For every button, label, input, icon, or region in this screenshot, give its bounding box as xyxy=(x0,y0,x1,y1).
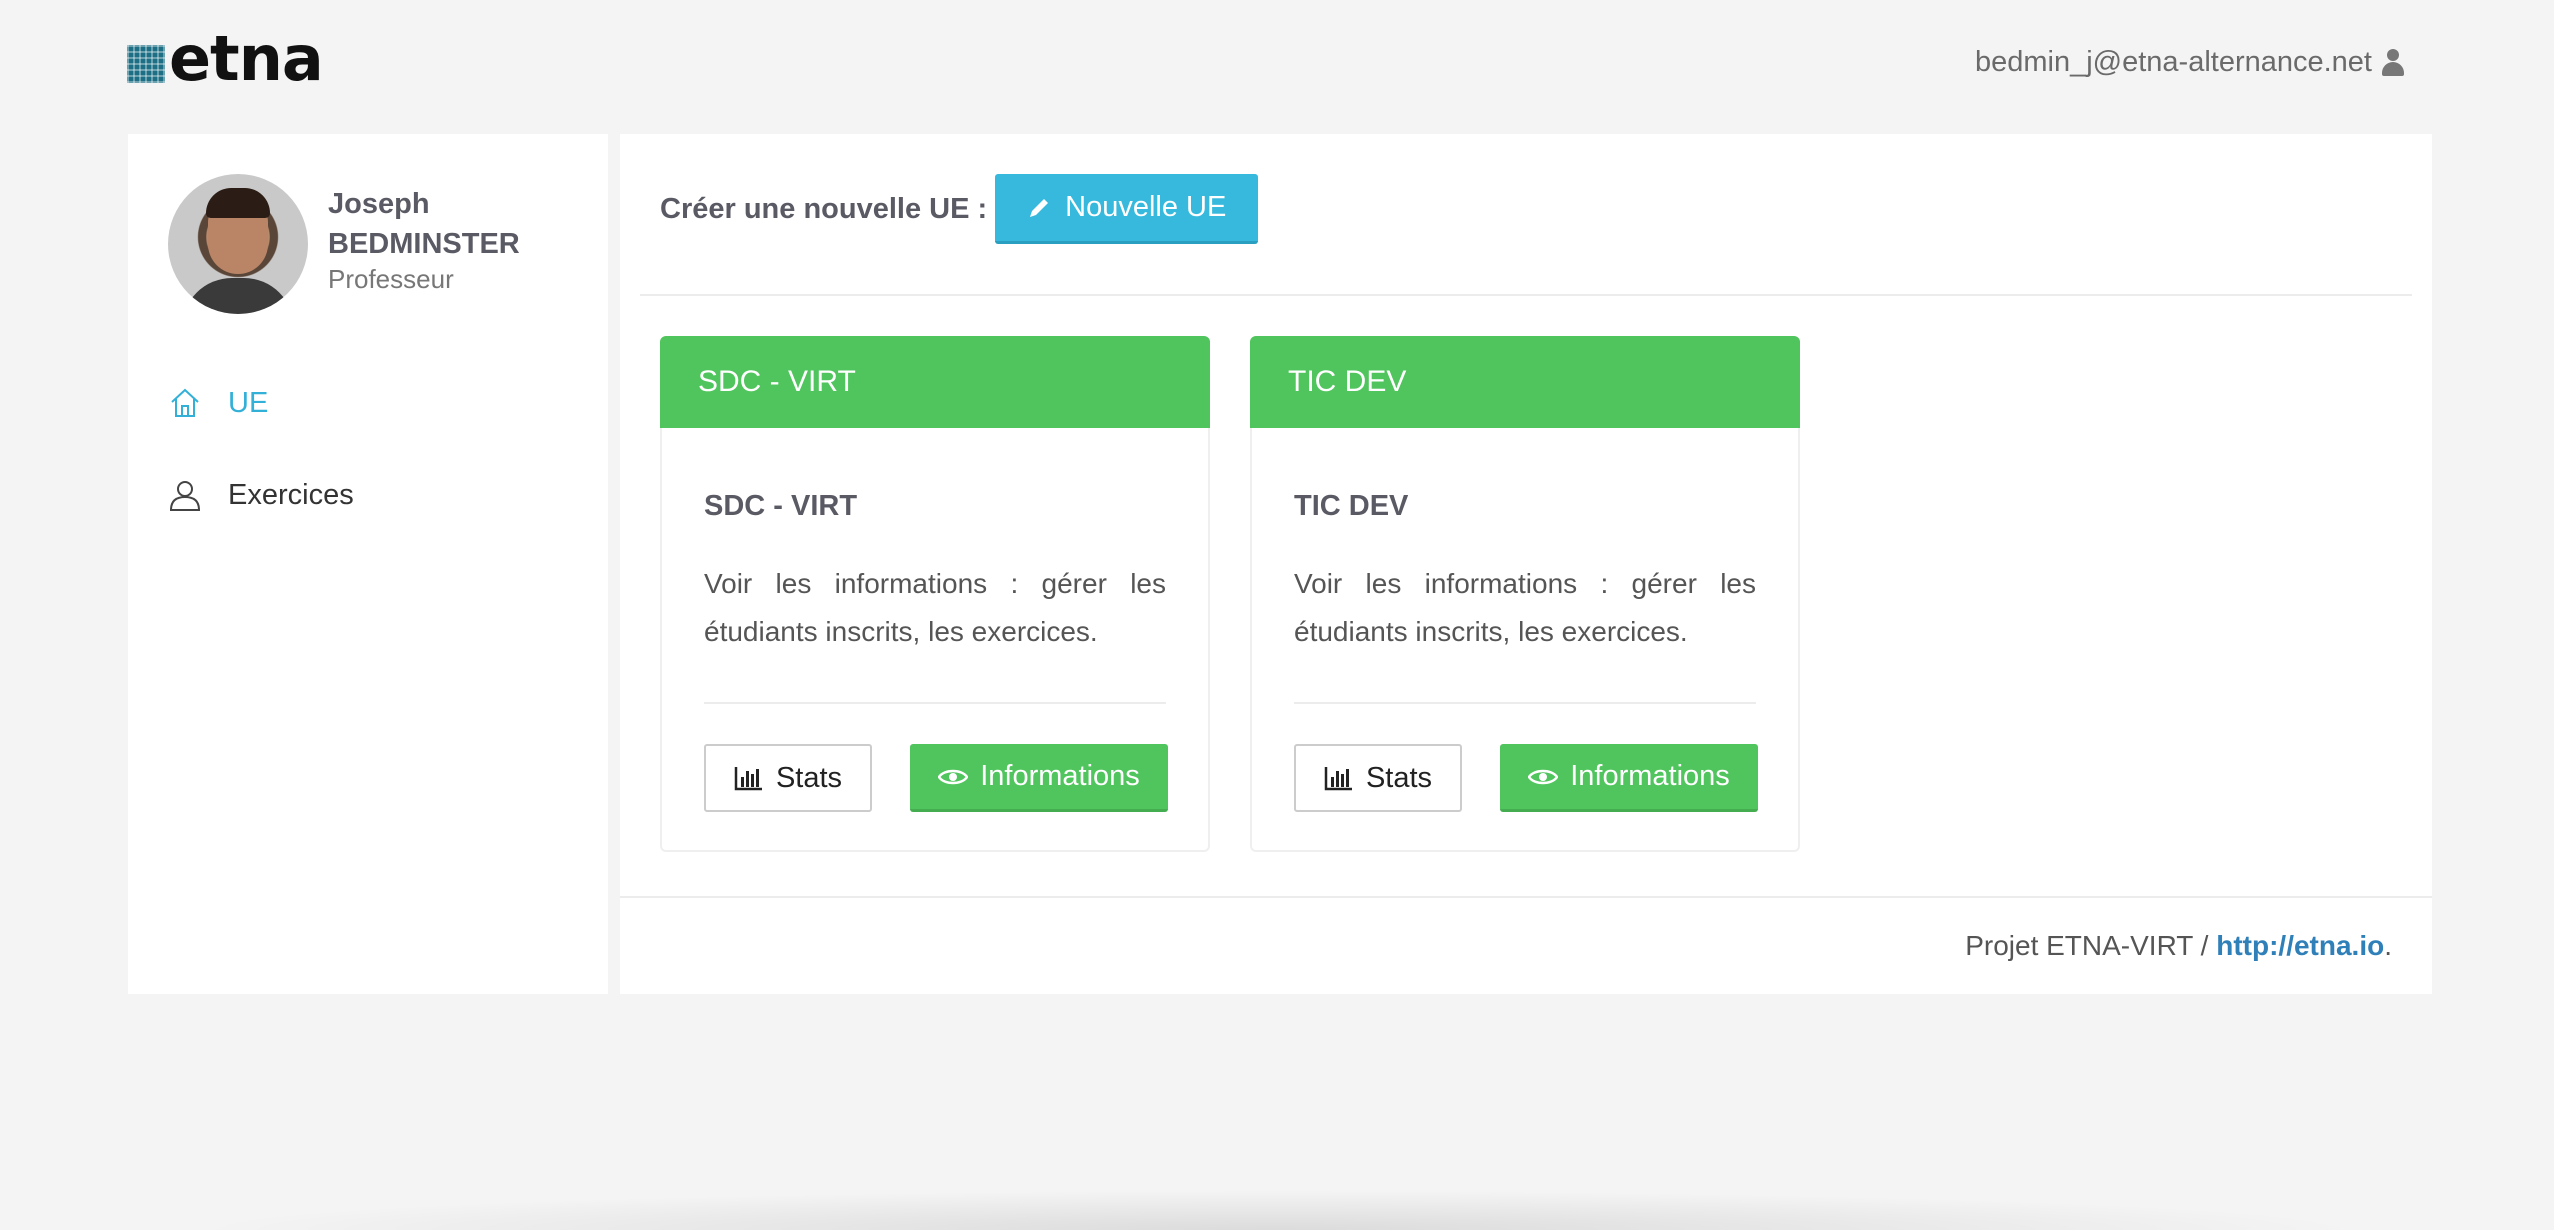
informations-button-label: Informations xyxy=(980,760,1140,792)
sidebar-item-label: Exercices xyxy=(228,478,354,511)
stats-button[interactable]: Stats xyxy=(704,744,872,812)
avatar xyxy=(168,174,308,314)
sidebar-item-ue[interactable]: UE xyxy=(168,386,268,420)
profile-name: Joseph BEDMINSTER xyxy=(328,184,588,264)
ue-card-title: SDC - VIRT xyxy=(704,490,858,522)
create-ue-label: Créer une nouvelle UE : xyxy=(660,192,988,225)
bar-chart-icon xyxy=(734,767,762,791)
sidebar-item-label: UE xyxy=(228,386,269,419)
ue-card: TIC DEV TIC DEV Voir les informations : … xyxy=(1250,336,1800,852)
bar-chart-icon xyxy=(1324,767,1352,791)
create-ue-row: Créer une nouvelle UE : Nouvelle UE xyxy=(660,174,1259,244)
stats-button-label: Stats xyxy=(1365,761,1433,794)
sidebar: Joseph BEDMINSTER Professeur UE Exercice… xyxy=(128,134,608,994)
ue-card: SDC - VIRT SDC - VIRT Voir les informati… xyxy=(660,336,1210,852)
user-icon xyxy=(169,481,201,511)
ue-card-header: TIC DEV xyxy=(1250,336,1800,428)
footer-link[interactable]: http://etna.io xyxy=(2216,930,2384,961)
footer: Projet ETNA-VIRT / http://etna.io. xyxy=(1965,930,2392,962)
informations-button-label: Informations xyxy=(1570,760,1730,792)
profile-role: Professeur xyxy=(328,264,454,294)
footer-suffix: . xyxy=(2384,930,2392,961)
eye-icon xyxy=(1528,769,1559,784)
eye-icon xyxy=(938,769,969,784)
profile-first-name: Joseph xyxy=(328,188,430,220)
logo-mark-icon xyxy=(127,45,165,83)
ue-card-header: SDC - VIRT xyxy=(660,336,1210,428)
home-icon xyxy=(171,388,199,417)
user-icon[interactable] xyxy=(2382,48,2404,77)
divider xyxy=(620,896,2432,898)
sidebar-item-exercices[interactable]: Exercices xyxy=(168,478,354,512)
user-menu[interactable]: bedmin_j@etna-alternance.net xyxy=(1975,46,2404,79)
profile-last-name: BEDMINSTER xyxy=(328,228,520,260)
stats-button-label: Stats xyxy=(775,761,843,794)
ue-card-description: Voir les informations : gérer les étudia… xyxy=(1294,568,1756,647)
divider xyxy=(640,294,2412,296)
bottom-shadow xyxy=(180,1190,2374,1230)
divider xyxy=(704,702,1166,704)
etna-logo[interactable]: etna xyxy=(127,22,324,95)
main-panel: Créer une nouvelle UE : Nouvelle UE SDC … xyxy=(620,134,2432,994)
user-email[interactable]: bedmin_j@etna-alternance.net xyxy=(1975,46,2372,79)
informations-button[interactable]: Informations xyxy=(1500,744,1758,812)
divider xyxy=(1294,702,1756,704)
informations-button[interactable]: Informations xyxy=(910,744,1168,812)
logo-text: etna xyxy=(169,22,324,95)
footer-text: Projet ETNA-VIRT / xyxy=(1965,930,2217,961)
ue-card-description: Voir les informations : gérer les étudia… xyxy=(704,568,1166,647)
new-ue-button[interactable]: Nouvelle UE xyxy=(995,174,1259,244)
new-ue-button-label: Nouvelle UE xyxy=(1065,191,1227,223)
stats-button[interactable]: Stats xyxy=(1294,744,1462,812)
ue-card-title: TIC DEV xyxy=(1294,490,1409,522)
pencil-icon xyxy=(1030,198,1049,217)
